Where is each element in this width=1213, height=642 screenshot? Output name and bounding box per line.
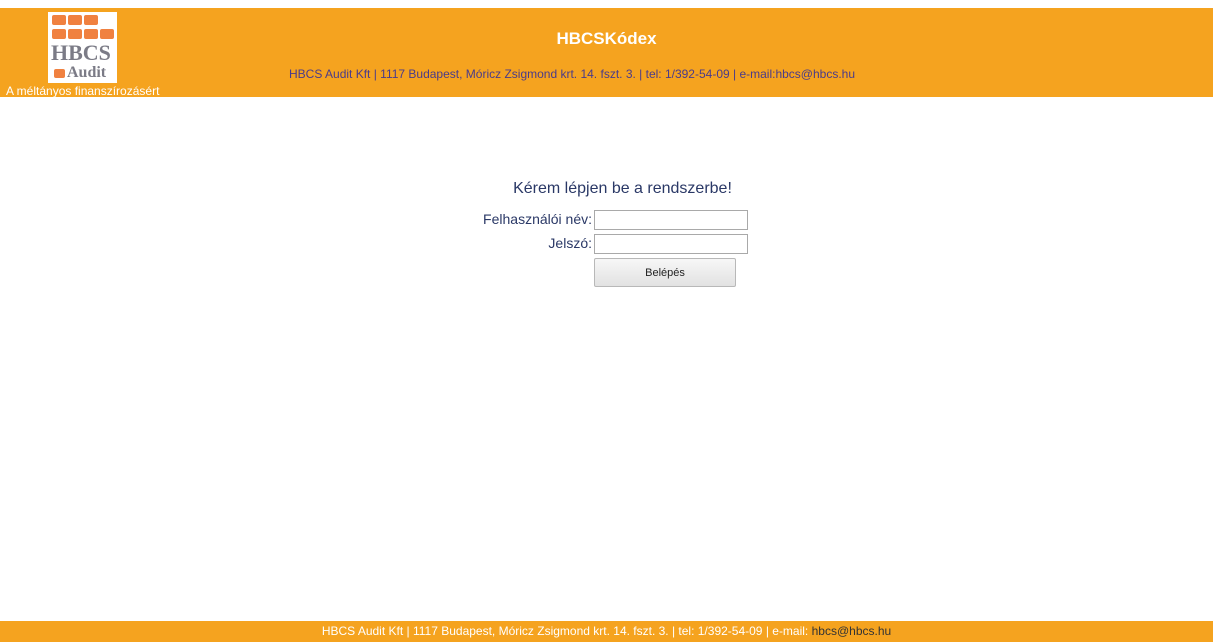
logo-text-audit: Audit bbox=[67, 64, 107, 81]
footer-email-link[interactable]: hbcs@hbcs.hu bbox=[812, 624, 892, 638]
app-title: HBCSKódex bbox=[556, 29, 657, 48]
tagline: A méltányos finanszírozásért bbox=[6, 84, 160, 98]
header-bar: HBCS Audit A méltányos finanszírozásért … bbox=[0, 8, 1213, 98]
password-field[interactable] bbox=[594, 234, 748, 254]
username-label: Felhasználói név: bbox=[483, 211, 592, 227]
logo-audit-square bbox=[54, 69, 65, 78]
footer-contact-info: HBCS Audit Kft | 1117 Budapest, Móricz Z… bbox=[321, 624, 812, 638]
login-page: HBCS Audit A méltányos finanszírozásért … bbox=[0, 0, 1213, 642]
username-field[interactable] bbox=[594, 210, 748, 230]
footer-bar: HBCS Audit Kft | 1117 Budapest, Móricz Z… bbox=[0, 621, 1213, 642]
logo-square bbox=[68, 15, 82, 25]
logo-square bbox=[84, 15, 98, 25]
login-heading: Kérem lépjen be a rendszerbe! bbox=[513, 180, 732, 197]
header-contact-info: HBCS Audit Kft | 1117 Budapest, Móricz Z… bbox=[289, 67, 856, 81]
login-button[interactable]: Belépés bbox=[594, 258, 736, 287]
password-label: Jelszó: bbox=[548, 235, 592, 251]
logo-square bbox=[52, 15, 66, 25]
